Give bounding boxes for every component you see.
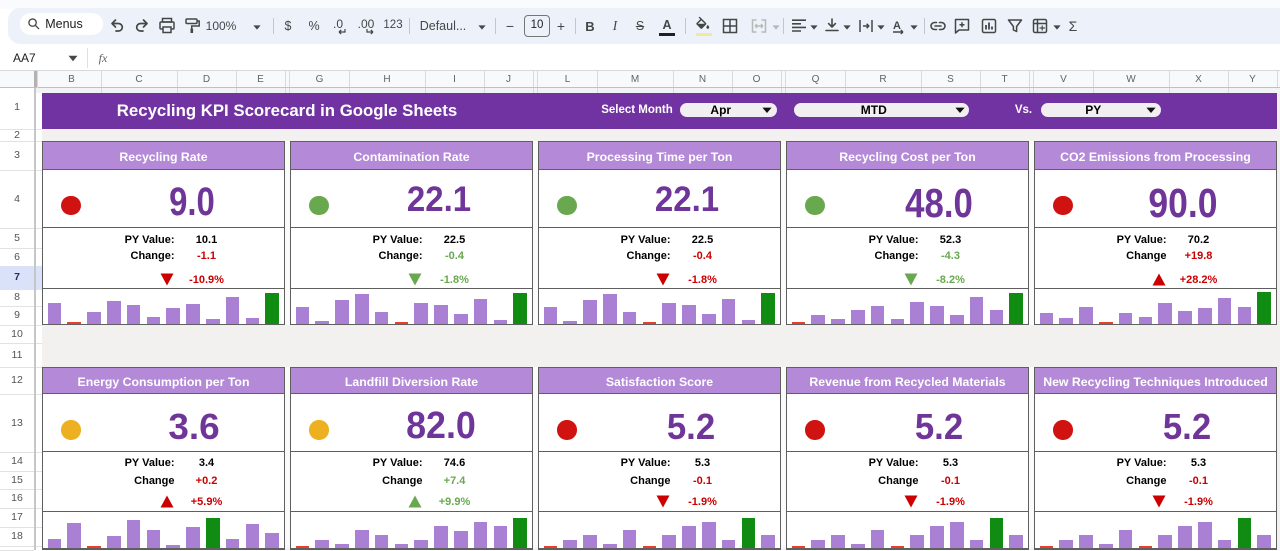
- svg-text:A: A: [893, 20, 901, 32]
